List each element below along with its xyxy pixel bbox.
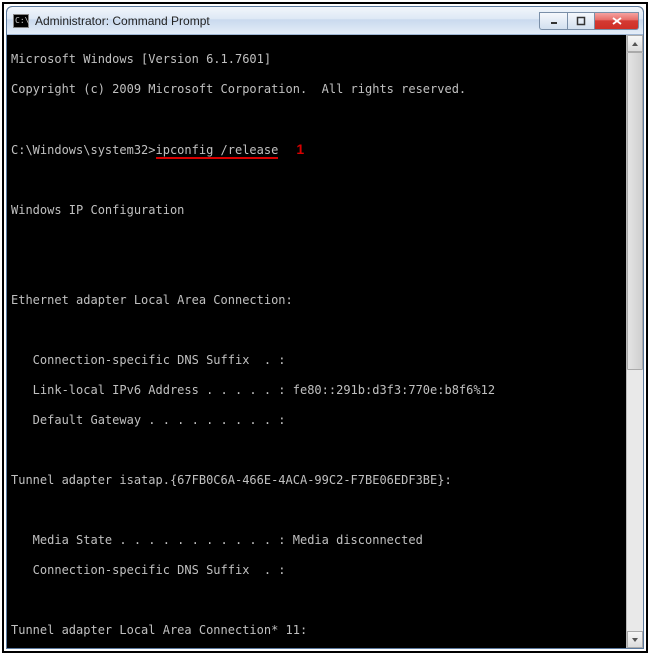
line-blank (11, 112, 622, 127)
line-blank (11, 593, 622, 608)
minimize-button[interactable] (539, 12, 567, 30)
annotation-1: 1 (296, 141, 304, 157)
prompt: C:\Windows\system32> (11, 143, 156, 157)
scroll-down-button[interactable] (627, 631, 643, 648)
adapter-header: Ethernet adapter Local Area Connection: (11, 293, 622, 308)
line-detail: Link-local IPv6 Address . . . . . : fe80… (11, 383, 622, 398)
line-ipconfig-hdr: Windows IP Configuration (11, 203, 622, 218)
line-blank (11, 503, 622, 518)
scroll-up-button[interactable] (627, 35, 643, 52)
scrollbar[interactable] (626, 35, 643, 648)
line-detail: Connection-specific DNS Suffix . : (11, 563, 622, 578)
maximize-button[interactable] (567, 12, 595, 30)
close-button[interactable] (595, 12, 639, 30)
line-detail: Default Gateway . . . . . . . . . : (11, 413, 622, 428)
titlebar[interactable]: C:\ Administrator: Command Prompt (7, 7, 643, 35)
prompt-line-1: C:\Windows\system32>ipconfig /release 1 (11, 142, 622, 158)
window-title: Administrator: Command Prompt (35, 14, 539, 28)
line-header1: Microsoft Windows [Version 6.1.7601] (11, 52, 622, 67)
scroll-thumb[interactable] (627, 52, 643, 370)
scroll-track[interactable] (627, 52, 643, 631)
terminal-output[interactable]: Microsoft Windows [Version 6.1.7601] Cop… (7, 35, 626, 648)
command-prompt-window: C:\ Administrator: Command Prompt Micros… (6, 6, 644, 649)
cmd-icon: C:\ (13, 14, 29, 28)
adapter-header: Tunnel adapter Local Area Connection* 11… (11, 623, 622, 638)
window-controls (539, 12, 639, 30)
line-header2: Copyright (c) 2009 Microsoft Corporation… (11, 82, 622, 97)
line-blank (11, 173, 622, 188)
line-blank (11, 323, 622, 338)
adapter-header: Tunnel adapter isatap.{67FB0C6A-466E-4AC… (11, 473, 622, 488)
command-1: ipconfig /release (156, 143, 279, 159)
line-blank (11, 263, 622, 278)
line-blank (11, 443, 622, 458)
line-blank (11, 233, 622, 248)
line-detail: Media State . . . . . . . . . . . : Medi… (11, 533, 622, 548)
line-detail: Connection-specific DNS Suffix . : (11, 353, 622, 368)
